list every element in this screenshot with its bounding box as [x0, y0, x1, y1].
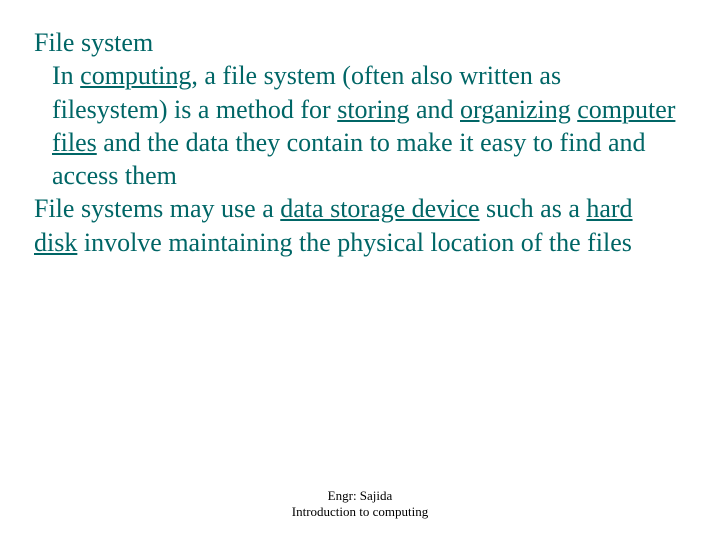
text: involve maintaining the physical locatio…: [77, 228, 632, 257]
paragraph-2: File systems may use a data storage devi…: [34, 192, 680, 259]
link-data-storage-device: data storage device: [280, 194, 479, 223]
link-storing: storing: [337, 95, 409, 124]
slide-body: File system In computing, a file system …: [0, 0, 720, 259]
footer-author: Engr: Sajida: [0, 488, 720, 504]
footer-course: Introduction to computing: [0, 504, 720, 520]
slide-title: File system: [34, 26, 680, 59]
text: File systems may use a: [34, 194, 280, 223]
text: and the data they contain to make it eas…: [52, 128, 645, 190]
text: such as a: [480, 194, 587, 223]
text: and: [409, 95, 460, 124]
text: In: [52, 61, 80, 90]
slide-footer: Engr: Sajida Introduction to computing: [0, 488, 720, 521]
link-organizing: organizing: [460, 95, 571, 124]
link-computing: computing: [80, 61, 191, 90]
paragraph-1: In computing, a file system (often also …: [34, 59, 680, 192]
